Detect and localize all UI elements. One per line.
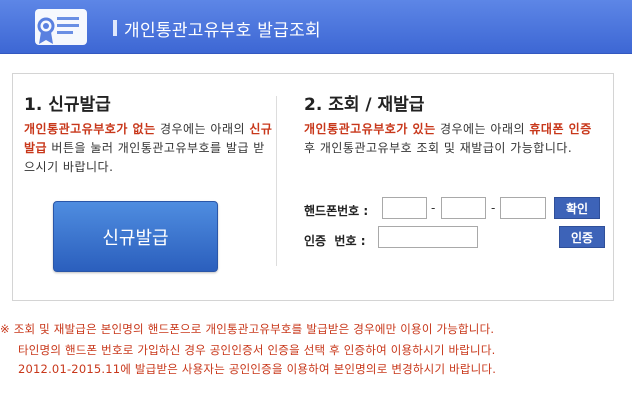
- notice-line-1: ※ 조회 및 재발급은 본인명의 핸드폰으로 개인통관고유부호를 발급받은 경우…: [0, 322, 495, 336]
- phone-field-2[interactable]: [441, 197, 486, 219]
- new-issue-button[interactable]: 신규발급: [53, 201, 218, 272]
- auth-button[interactable]: 인증: [559, 226, 605, 248]
- new-issue-desc-text-2: 버튼을 눌러 개인통관고유부호를 발급 받으시기 바랍니다.: [24, 141, 265, 174]
- phone-field-3[interactable]: [500, 197, 546, 219]
- new-issue-title: 1. 신규발급: [24, 95, 111, 115]
- auth-label: 인증 번호 :: [304, 234, 366, 248]
- notice-line-3: 2012.01-2015.11에 발급받은 사용자는 공인인증을 이용하여 본인…: [18, 362, 497, 376]
- auth-code-field[interactable]: [378, 226, 478, 248]
- reissue-title: 2. 조회 / 재발급: [304, 95, 425, 115]
- notice-line-2: 타인명의 핸드폰 번호로 가입하신 경우 공인인증서 인증을 선택 후 인증하여…: [18, 343, 496, 357]
- reissue-description: 개인통관고유부호가 있는 경우에는 아래의 휴대폰 인증 후 개인통관고유부호 …: [304, 120, 604, 158]
- reissue-desc-auth-ref: 휴대폰 인증: [529, 122, 592, 136]
- certificate-icon: [35, 9, 87, 45]
- phone-label: 핸드폰번호 :: [304, 204, 369, 218]
- page-title: 개인통관고유부호 발급조회: [124, 21, 321, 41]
- phone-separator-2: -: [491, 201, 496, 215]
- phone-separator-1: -: [431, 201, 436, 215]
- reissue-desc-emphasis: 개인통관고유부호가 있는: [304, 122, 436, 136]
- section-divider: [276, 96, 277, 266]
- new-issue-description: 개인통관고유부호가 없는 경우에는 아래의 신규발급 버튼을 눌러 개인통관고유…: [24, 120, 274, 177]
- page-header: 개인통관고유부호 발급조회: [0, 0, 632, 54]
- title-marker: [113, 20, 117, 36]
- reissue-desc-text-2: 후 개인통관고유부호 조회 및 재발급이 가능합니다.: [304, 141, 573, 155]
- new-issue-desc-text: 경우에는 아래의: [155, 122, 250, 136]
- phone-field-1[interactable]: [382, 197, 427, 219]
- confirm-button[interactable]: 확인: [554, 197, 600, 219]
- new-issue-desc-emphasis: 개인통관고유부호가 없는: [24, 122, 156, 136]
- reissue-desc-text: 경우에는 아래의: [435, 122, 530, 136]
